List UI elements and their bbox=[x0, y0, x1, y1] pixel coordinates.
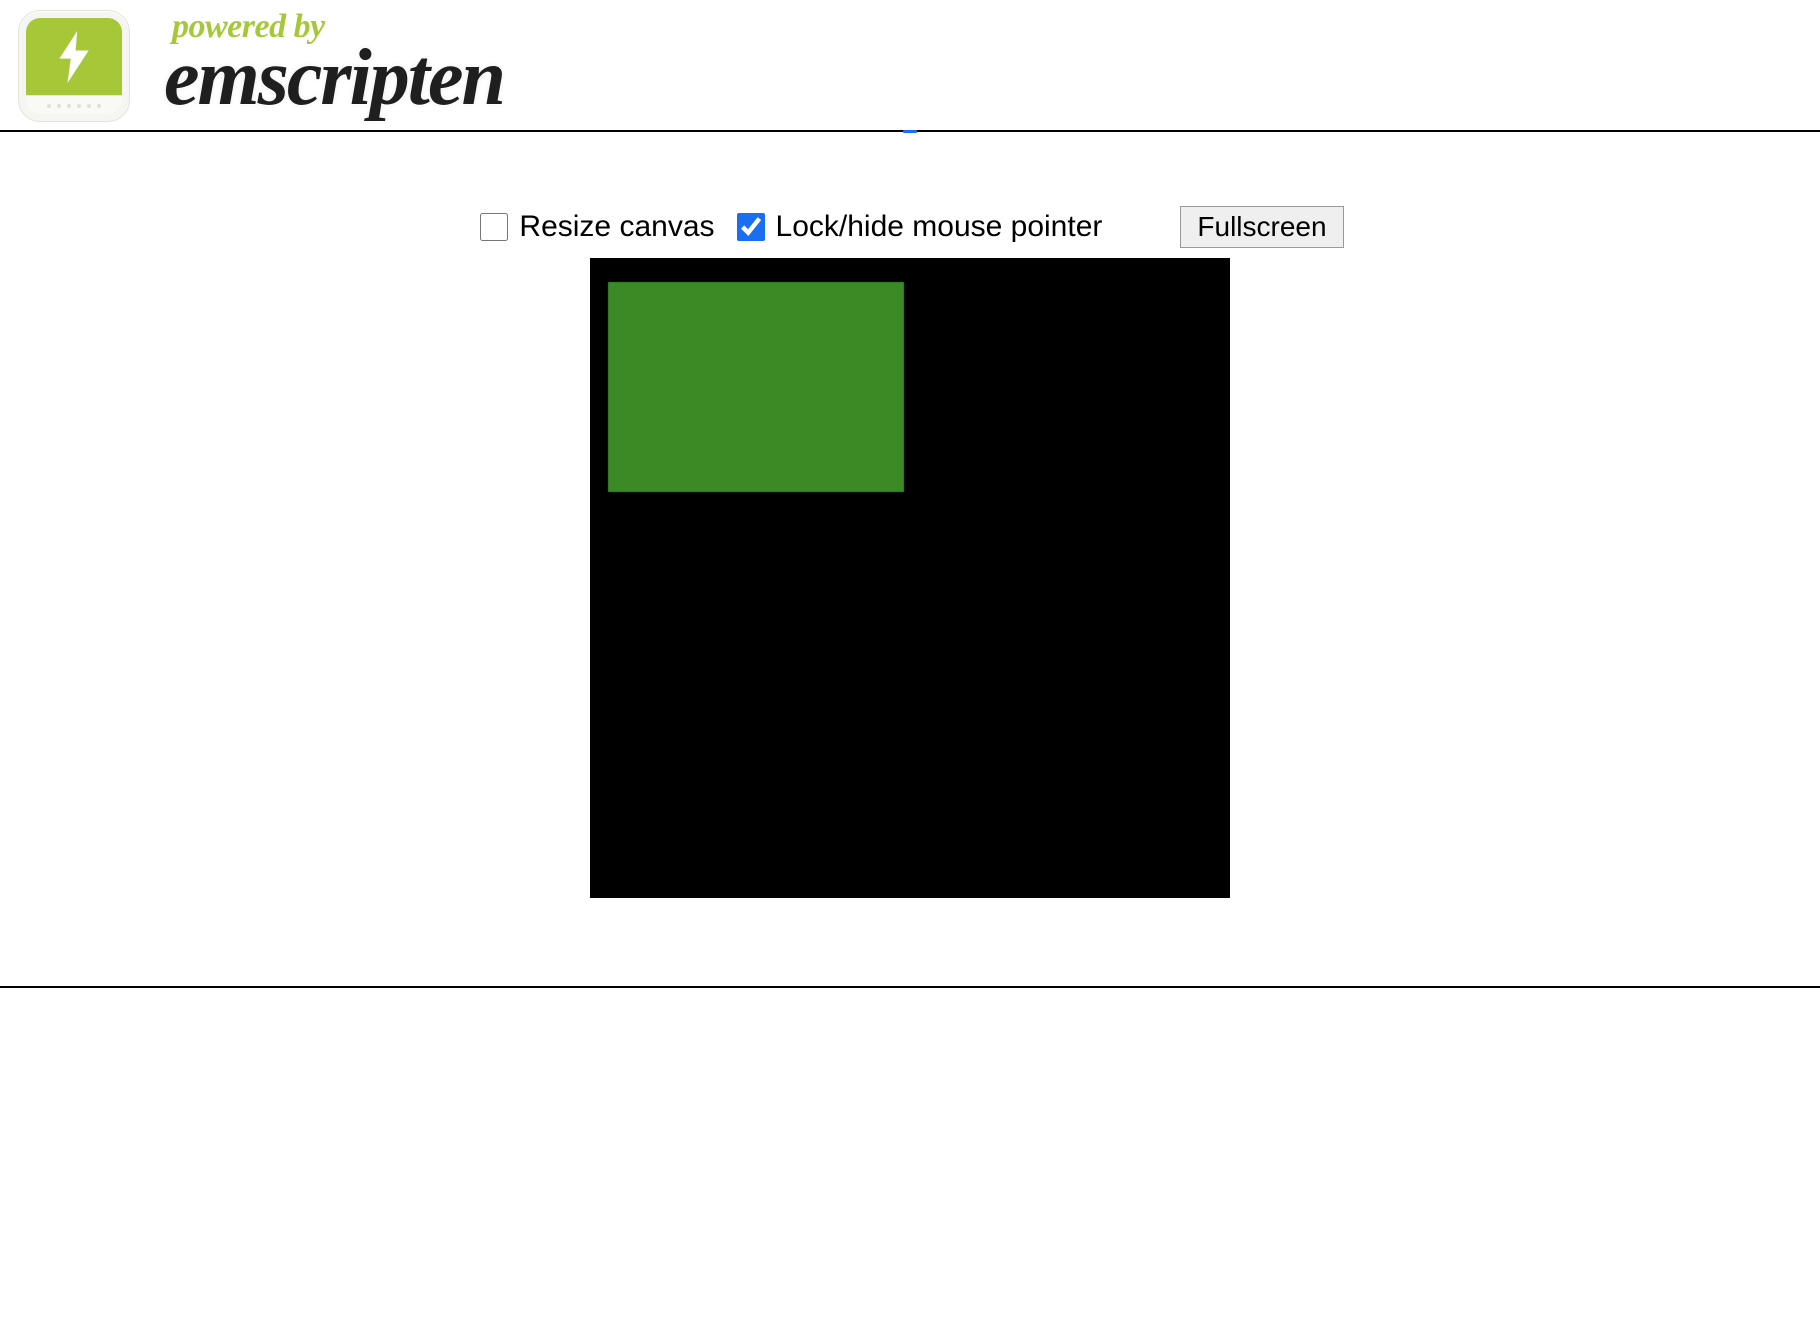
app-canvas[interactable] bbox=[590, 258, 1230, 898]
fullscreen-button[interactable]: Fullscreen bbox=[1180, 206, 1343, 248]
controls-row: Resize canvas Lock/hide mouse pointer Fu… bbox=[0, 206, 1820, 248]
emscripten-badge-icon bbox=[18, 10, 130, 122]
emscripten-wordmark: powered by emscripten bbox=[154, 4, 520, 128]
lockhide-checkbox[interactable] bbox=[737, 213, 765, 241]
resize-canvas-option: Resize canvas bbox=[476, 210, 714, 244]
lightning-bolt-icon bbox=[53, 31, 95, 83]
footer-divider bbox=[0, 986, 1820, 988]
lockhide-option: Lock/hide mouse pointer bbox=[733, 210, 1103, 244]
resize-canvas-label[interactable]: Resize canvas bbox=[519, 210, 714, 244]
wordmark-text: emscripten bbox=[164, 38, 504, 118]
header: powered by emscripten bbox=[0, 0, 1820, 134]
resize-canvas-checkbox[interactable] bbox=[480, 213, 508, 241]
canvas-container bbox=[0, 258, 1820, 898]
lockhide-label[interactable]: Lock/hide mouse pointer bbox=[776, 210, 1103, 244]
